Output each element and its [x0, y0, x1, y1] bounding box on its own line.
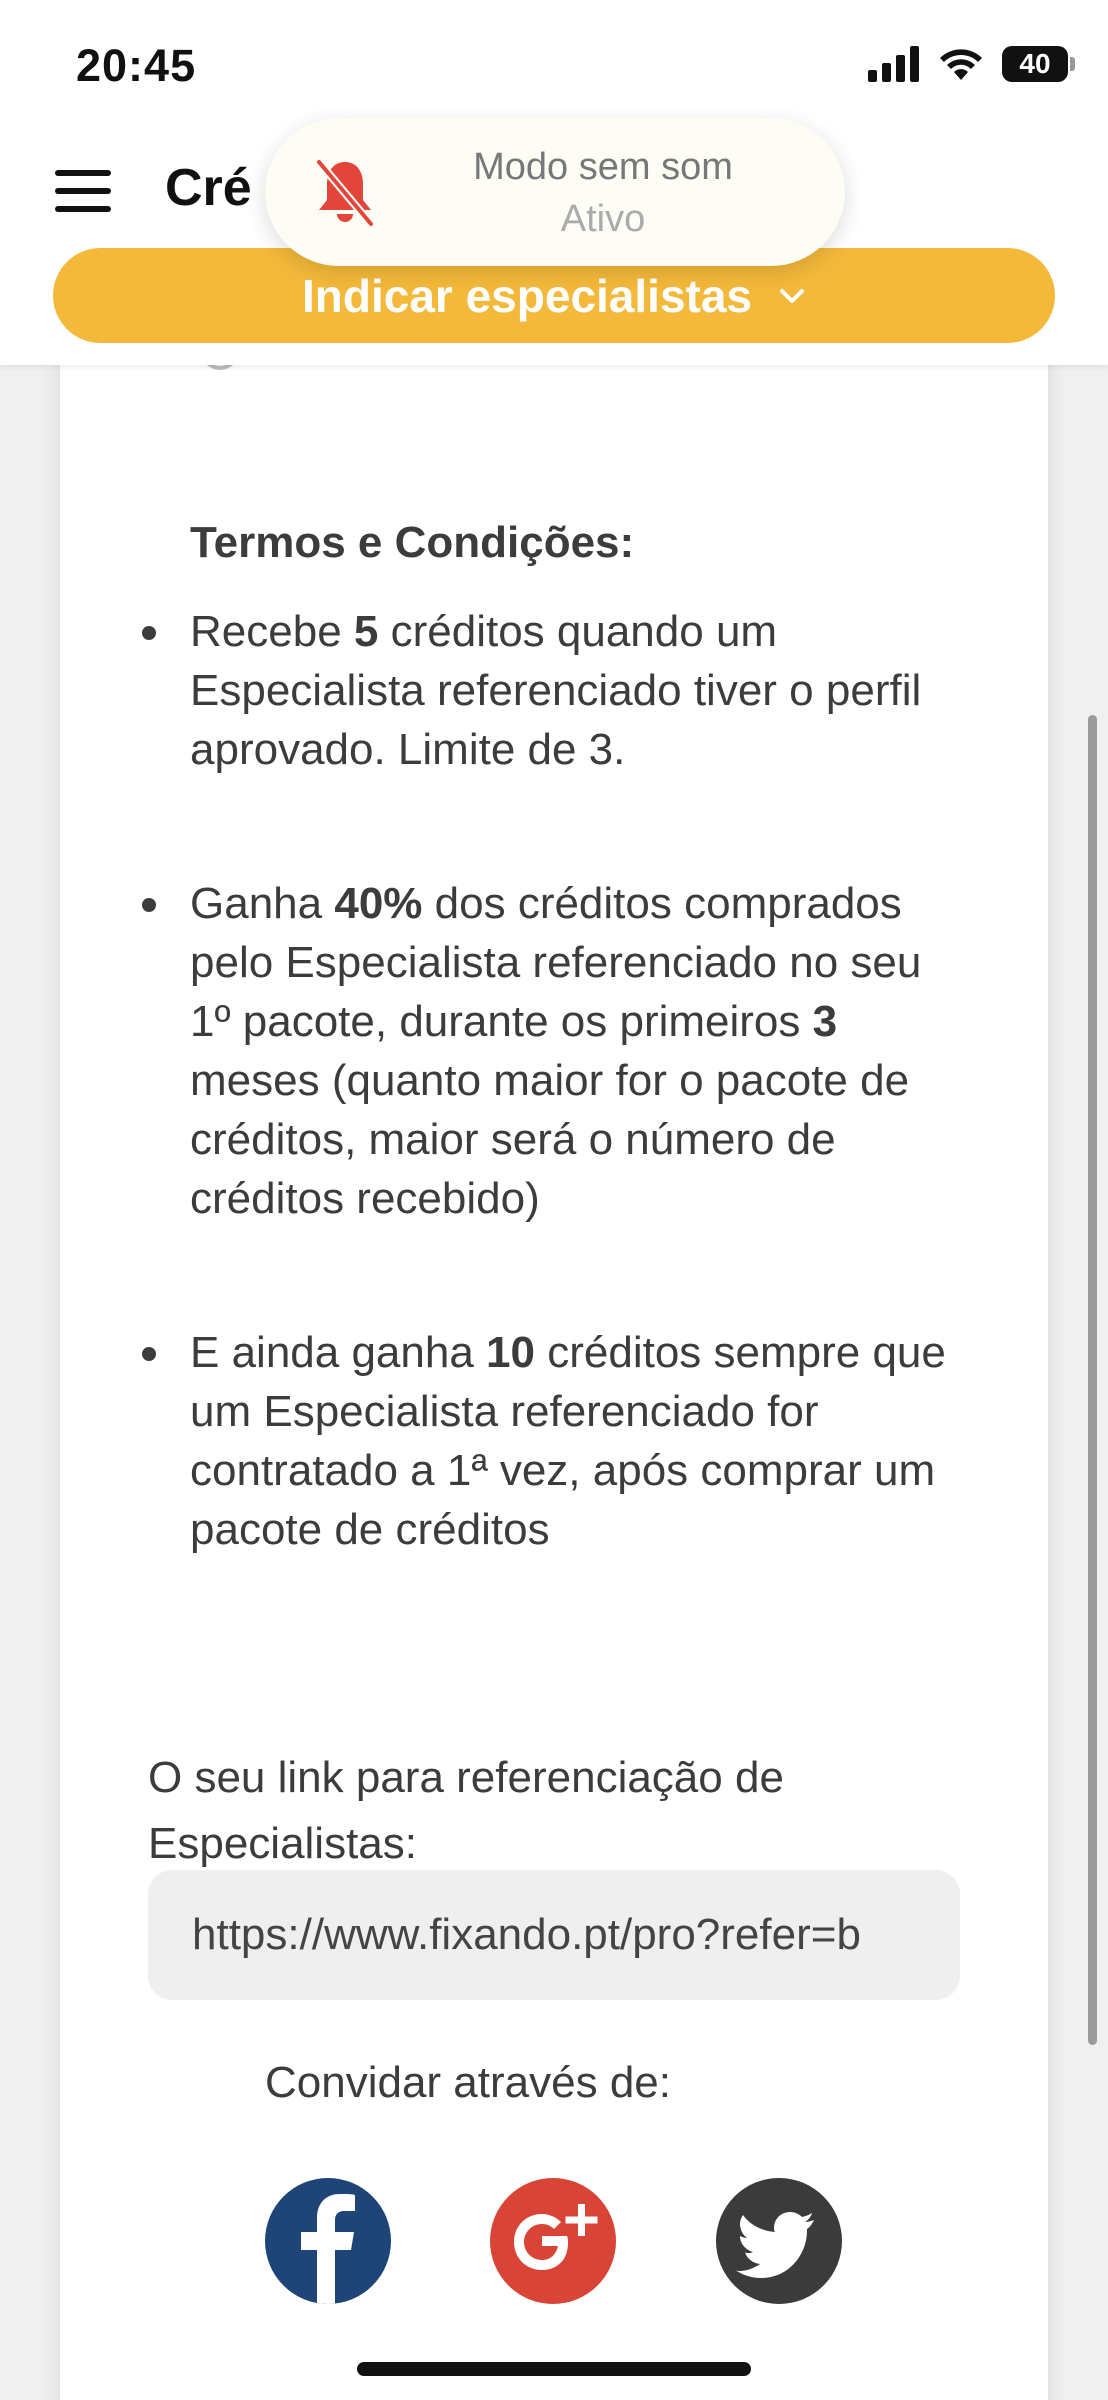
invite-label: Convidar através de: — [265, 2058, 671, 2107]
terms-item: Recebe 5 créditos quando um Especialista… — [142, 602, 970, 779]
twitter-icon — [735, 2212, 814, 2278]
terms-item: Ganha 40% dos créditos comprados pelo Es… — [142, 874, 970, 1228]
facebook-icon — [301, 2194, 355, 2304]
battery-level: 40 — [1019, 48, 1051, 79]
scrollbar-thumb[interactable] — [1088, 715, 1097, 2045]
status-bar: 20:45 40 — [0, 0, 1108, 130]
referral-card: Termos e Condições: Recebe 5 créditos qu… — [60, 340, 1048, 2400]
status-icons: 40 — [868, 46, 1075, 82]
terms-list: Recebe 5 créditos quando um Especialista… — [142, 602, 970, 1654]
app-screen: 20:45 40 Cré Indicar especialistas Modo … — [0, 0, 1108, 2400]
terms-title: Termos e Condições: — [190, 518, 635, 567]
signal-bars-icon — [868, 46, 919, 82]
chevron-down-icon — [780, 288, 805, 303]
hamburger-menu-icon[interactable] — [55, 170, 111, 214]
twitter-share-button[interactable] — [716, 2178, 842, 2304]
facebook-share-button[interactable] — [265, 2178, 391, 2304]
referral-link-label: O seu link para referenciação de Especia… — [148, 1753, 784, 1868]
page-title: Cré — [165, 159, 252, 217]
refer-specialists-label: Indicar especialistas — [301, 269, 753, 322]
referral-link-field[interactable] — [148, 1870, 960, 2000]
home-indicator[interactable] — [357, 2362, 751, 2376]
silent-mode-toast: Modo sem som Ativo — [265, 118, 845, 266]
toast-title: Modo sem som — [473, 146, 733, 188]
google-plus-share-button[interactable] — [490, 2178, 616, 2304]
toast-subtitle: Ativo — [560, 198, 646, 240]
bell-muted-icon — [315, 158, 375, 228]
terms-item: E ainda ganha 10 créditos sempre que um … — [142, 1323, 970, 1559]
google-plus-icon — [514, 2204, 598, 2270]
battery-icon: 40 — [1002, 46, 1075, 82]
status-time: 20:45 — [76, 40, 197, 91]
wifi-icon — [940, 49, 982, 80]
